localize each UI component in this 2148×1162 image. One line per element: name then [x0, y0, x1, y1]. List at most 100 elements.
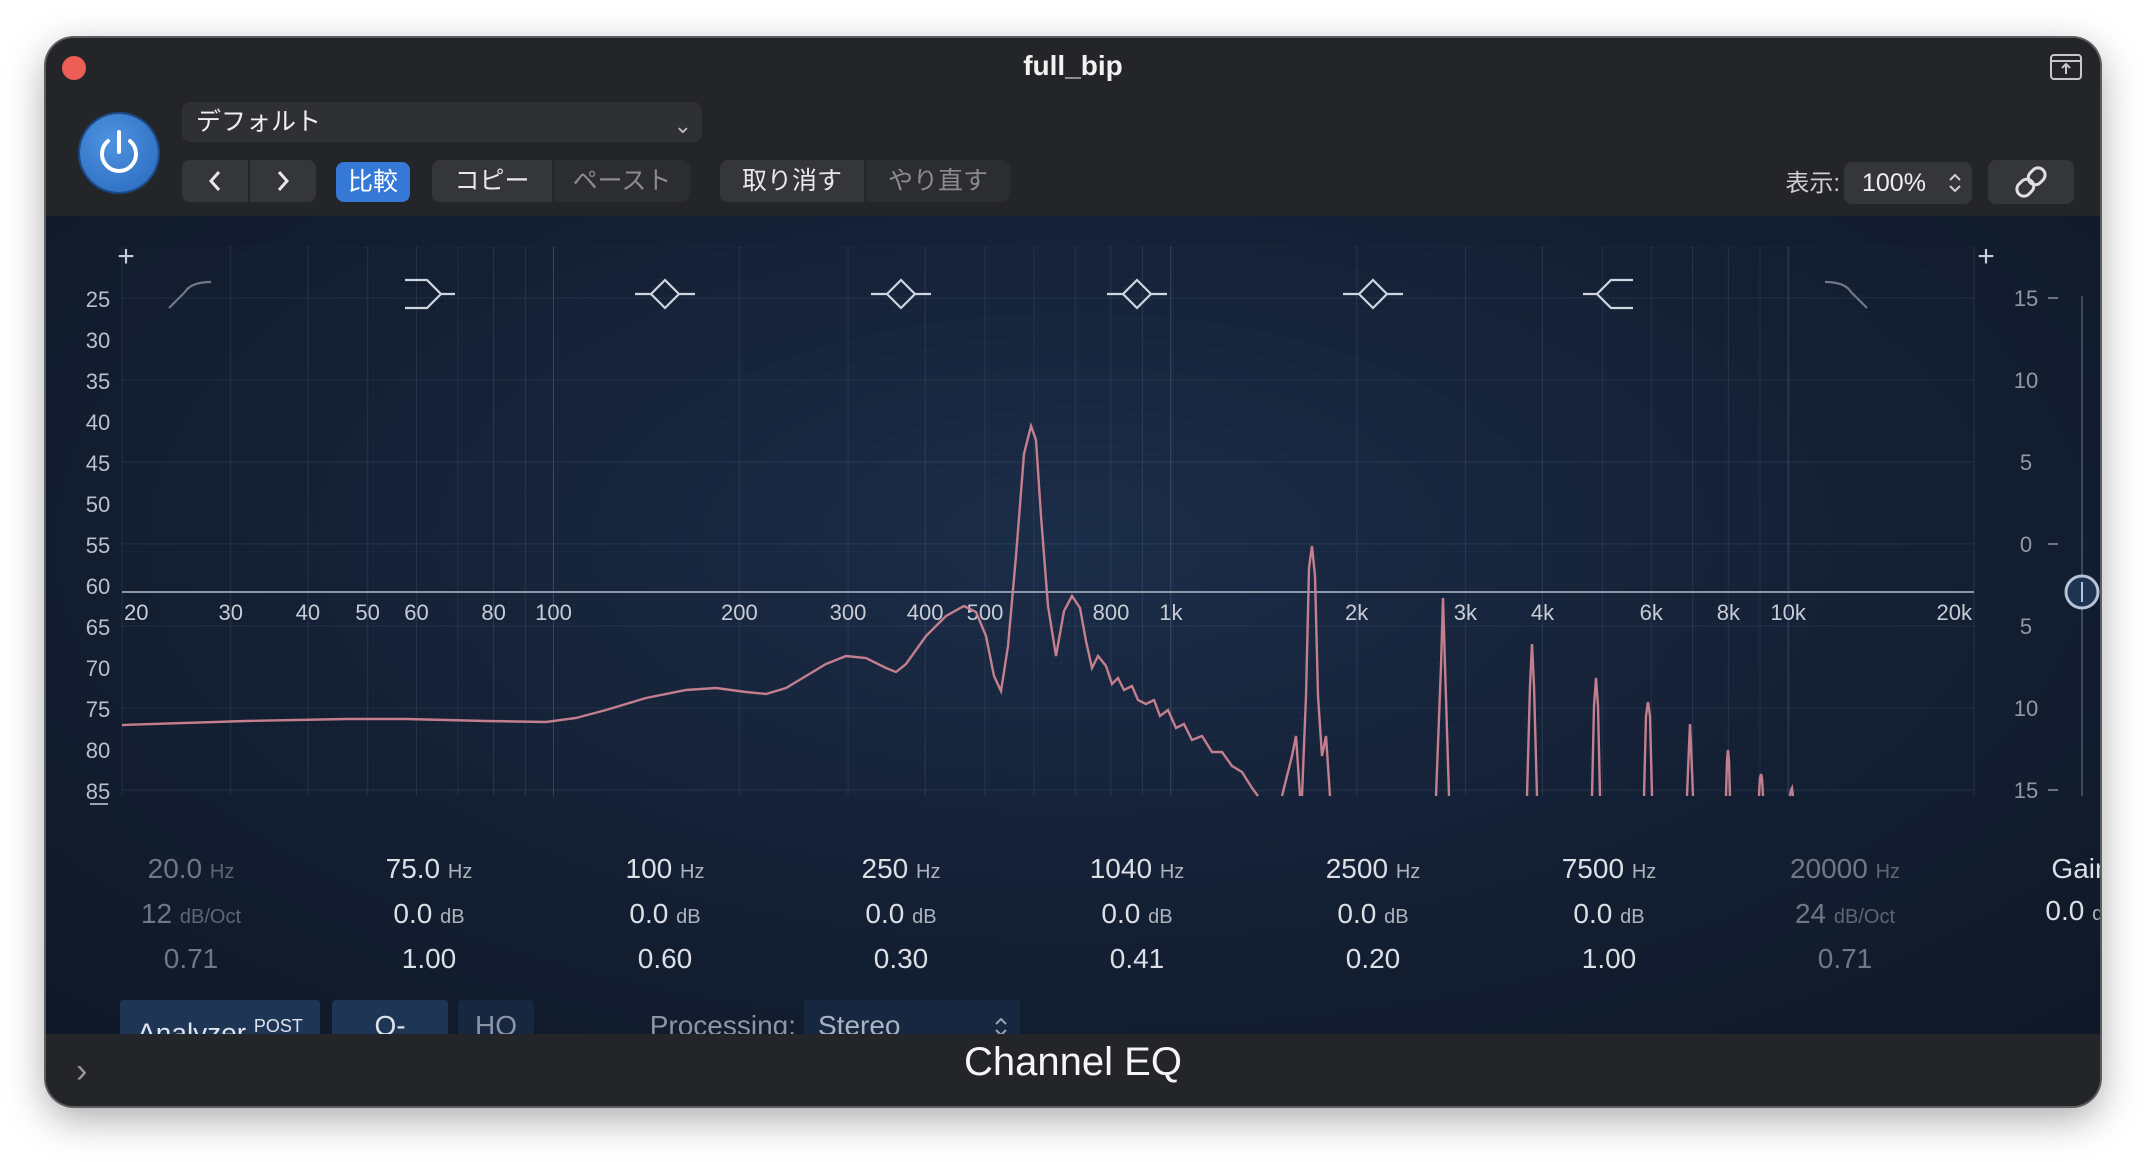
band-frequency-unit: Hz — [680, 861, 705, 883]
band-gain-value: 0.0 — [865, 898, 905, 929]
band-frequency[interactable]: 2500 Hz — [1283, 848, 1463, 893]
eq-graph[interactable]: 25303540455055606570758085 15105051015 2… — [46, 216, 2100, 856]
db-scale-label: 60 — [86, 574, 110, 599]
chevron-left-icon — [208, 171, 221, 191]
gain-scale-label: 5 — [2020, 614, 2032, 639]
frequency-label: 2k — [1345, 600, 1369, 625]
compare-button[interactable]: 比較 — [336, 162, 410, 202]
eq-gain-scale: 15 10 5 0 5 10 15 — [2014, 286, 2058, 803]
db-scale-label: 40 — [86, 410, 110, 435]
band-gain[interactable]: 0.0 dB — [811, 893, 991, 938]
redo-button[interactable]: やり直す — [866, 160, 1010, 202]
band-q[interactable]: 0.71 — [1755, 938, 1935, 980]
band-q-value: 0.71 — [163, 943, 219, 974]
band-gain[interactable]: 0.0 dB — [339, 893, 519, 938]
band-gain-value: 24 — [1794, 898, 1827, 929]
frequency-label: 20k — [1937, 600, 1973, 625]
gain-value[interactable]: 0.0 dB — [1986, 890, 2100, 935]
band-frequency-unit: Hz — [1875, 861, 1901, 883]
undo-button[interactable]: 取り消す — [720, 160, 864, 202]
frequency-label: 400 — [907, 600, 944, 625]
gain-scale-label: 15 — [2014, 778, 2038, 803]
copy-button[interactable]: コピー — [432, 160, 552, 202]
preset-dropdown[interactable]: デフォルト ⌄ — [182, 102, 702, 142]
band-3-params: 100 Hz 0.0 dB 0.60 — [575, 848, 755, 980]
frequency-label: 10k — [1770, 600, 1806, 625]
band-gain[interactable]: 0.0 dB — [1283, 893, 1463, 938]
gain-column: Gain 0.0 dB — [1986, 848, 2100, 935]
previous-preset-button[interactable] — [182, 160, 248, 202]
band-frequency-value: 20.0 — [147, 853, 203, 884]
db-scale-label: 30 — [86, 328, 110, 353]
band-frequency[interactable]: 7500 Hz — [1519, 848, 1699, 893]
band-frequency-value: 1040 — [1089, 853, 1153, 884]
frequency-label: 8k — [1717, 600, 1741, 625]
band-frequency[interactable]: 75.0 Hz — [339, 848, 519, 893]
add-left-icon[interactable]: + — [117, 240, 135, 273]
chevron-right-icon — [277, 171, 290, 191]
power-icon — [100, 130, 138, 173]
band-gain[interactable]: 12 dB/Oct — [101, 893, 281, 938]
gain-scale-label: 10 — [2014, 696, 2038, 721]
band-q[interactable]: 1.00 — [339, 938, 519, 980]
frequency-label: 500 — [967, 600, 1004, 625]
frequency-label: 30 — [218, 600, 242, 625]
add-right-icon[interactable]: + — [1977, 240, 1995, 273]
band-q-value: 0.60 — [637, 943, 693, 974]
frequency-label: 4k — [1531, 600, 1555, 625]
band-7-params: 7500 Hz 0.0 dB 1.00 — [1519, 848, 1699, 980]
band-q-value: 0.71 — [1817, 943, 1873, 974]
band-gain-value: 0.0 — [1101, 898, 1141, 929]
band-frequency[interactable]: 20.0 Hz — [101, 848, 281, 893]
band-gain[interactable]: 0.0 dB — [1519, 893, 1699, 938]
frequency-label: 3k — [1454, 600, 1478, 625]
frequency-label: 300 — [830, 600, 867, 625]
grid-background — [122, 246, 1974, 796]
band-gain[interactable]: 24 dB/Oct — [1755, 893, 1935, 938]
band-gain-unit: dB/Oct — [1833, 906, 1896, 928]
band-gain-value: 0.0 — [1573, 898, 1613, 929]
band-q-value: 0.30 — [873, 943, 929, 974]
gain-scale-label: 15 — [2014, 286, 2038, 311]
band-gain-unit: dB — [440, 906, 465, 928]
band-frequency[interactable]: 250 Hz — [811, 848, 991, 893]
zoom-stepper[interactable]: 100% — [1844, 162, 1972, 204]
analyzer-db-scale: 25 30 35 40 45 50 55 60 65 70 75 80 85 — [86, 287, 110, 805]
chevron-down-icon: ⌄ — [673, 113, 692, 138]
band-q[interactable]: 0.30 — [811, 938, 991, 980]
band-q[interactable]: 1.00 — [1519, 938, 1699, 980]
band-gain[interactable]: 0.0 dB — [575, 893, 755, 938]
db-scale-label: 70 — [86, 656, 110, 681]
db-scale-label: 25 — [86, 287, 110, 312]
band-gain[interactable]: 0.0 dB — [1047, 893, 1227, 938]
next-preset-button[interactable] — [250, 160, 316, 202]
band-gain-unit: dB — [1384, 906, 1409, 928]
power-button[interactable] — [80, 114, 158, 192]
band-frequency[interactable]: 100 Hz — [575, 848, 755, 893]
band-frequency-value: 2500 — [1325, 853, 1389, 884]
frequency-label: 60 — [404, 600, 428, 625]
expand-icon[interactable] — [2050, 54, 2082, 80]
band-frequency-unit: Hz — [1159, 861, 1185, 883]
header: full_bip デフォルト ⌄ 比較 コピー ペースト 取り消す やり直す 表 — [46, 38, 2100, 216]
gain-scale-label: 0 — [2020, 532, 2032, 557]
footer-bar: › Channel EQ — [46, 1034, 2100, 1106]
band-q[interactable]: 0.41 — [1047, 938, 1227, 980]
band-frequency[interactable]: 1040 Hz — [1047, 848, 1227, 893]
frequency-label: 800 — [1093, 600, 1130, 625]
band-q[interactable]: 0.60 — [575, 938, 755, 980]
band-frequency-value: 7500 — [1561, 853, 1625, 884]
band-8-params: 20000 Hz 24 dB/Oct 0.71 — [1755, 848, 1935, 980]
db-scale-label: 75 — [86, 697, 110, 722]
paste-button[interactable]: ペースト — [554, 160, 690, 202]
band-q[interactable]: 0.20 — [1283, 938, 1463, 980]
band-q-value: 1.00 — [1581, 943, 1637, 974]
db-scale-label: 80 — [86, 738, 110, 763]
link-button[interactable] — [1988, 160, 2074, 204]
band-q[interactable]: 0.71 — [101, 938, 281, 980]
gain-scale-label: 10 — [2014, 368, 2038, 393]
band-frequency-unit: Hz — [1395, 861, 1421, 883]
view-label: 表示: — [1785, 170, 1840, 197]
band-gain-unit: dB — [912, 906, 937, 928]
band-frequency[interactable]: 20000 Hz — [1755, 848, 1935, 893]
